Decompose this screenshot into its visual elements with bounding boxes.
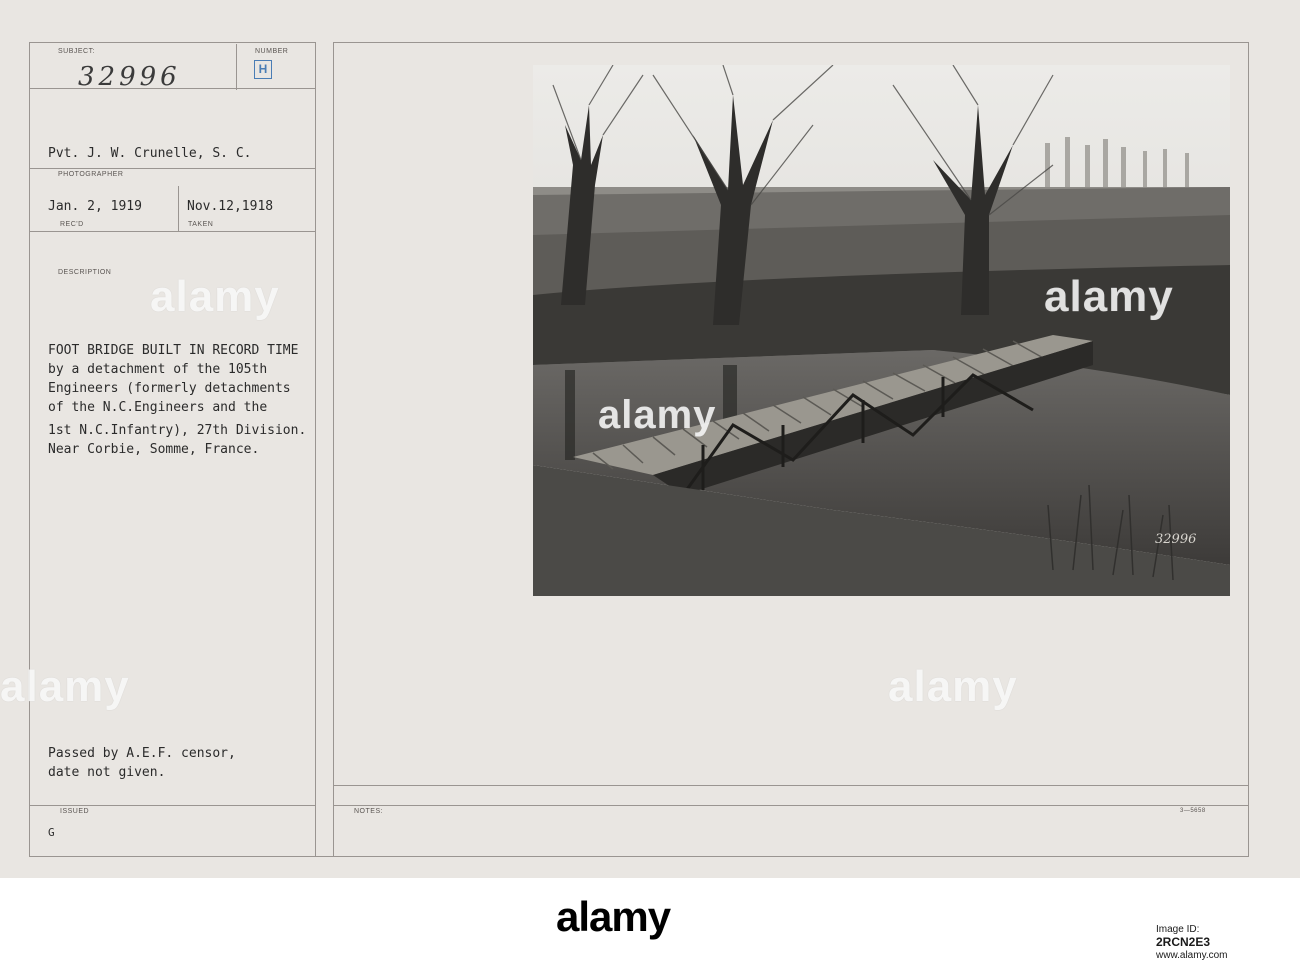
taken-label: TAKEN [188, 221, 214, 228]
watermark: alamy [0, 662, 130, 711]
received-label: REC'D [60, 221, 84, 228]
received-date: Jan. 2, 1919 [48, 199, 142, 214]
issued-rule [29, 805, 316, 806]
photograph-bridge-icon: 32996 [533, 65, 1230, 596]
bottom-border [29, 856, 1249, 857]
photographer-name: Pvt. J. W. Crunelle, S. C. [48, 146, 252, 161]
subject-number: 32996 [78, 62, 181, 92]
photographer-rule [29, 168, 316, 169]
issued-label: ISSUED [60, 808, 90, 815]
top-border [29, 42, 316, 43]
description-line: Engineers (formerly detachments [48, 381, 291, 396]
date-rule [29, 231, 316, 232]
description-line: of the N.C.Engineers and the [48, 400, 268, 415]
image-id-label: Image ID: [1156, 924, 1200, 935]
censor-line: Passed by A.E.F. censor, [48, 746, 236, 761]
description-line: by a detachment of the 105th [48, 362, 268, 377]
watermark: alamy [1044, 272, 1174, 321]
notes-divider [333, 42, 334, 857]
notes-top-rule [333, 785, 1249, 786]
censor-line: date not given. [48, 765, 166, 780]
photographer-label: PHOTOGRAPHER [58, 171, 124, 178]
watermark: alamy [598, 393, 717, 437]
notes-right-border [1248, 42, 1249, 857]
date-divider [178, 186, 179, 232]
alamy-logo: alamy [556, 893, 671, 940]
top-border-right [333, 42, 1249, 43]
bridge-photograph: 32996 [533, 65, 1230, 596]
record-card: SUBJECT: NUMBER 32996 H Pvt. J. W. Crune… [0, 0, 1300, 878]
description-line: 1st N.C.Infantry), 27th Division. [48, 423, 307, 438]
image-id: 2RCN2E3 [1156, 935, 1211, 949]
subject-label: SUBJECT: [58, 48, 96, 55]
form-code: 3—5658 [1180, 808, 1206, 814]
watermark: alamy [150, 272, 280, 321]
site-url: www.alamy.com [1156, 950, 1228, 961]
description-line: FOOT BRIDGE BUILT IN RECORD TIME [48, 343, 299, 358]
notes-rule [333, 805, 1249, 806]
description-label: DESCRIPTION [58, 269, 112, 276]
card-divider [315, 42, 316, 857]
number-label: NUMBER [255, 48, 289, 55]
photo-number: 32996 [1155, 532, 1196, 547]
number-stamp: H [254, 60, 272, 79]
card-left-border [29, 42, 30, 857]
watermark: alamy [888, 662, 1018, 711]
notes-label: NOTES: [354, 808, 384, 815]
taken-date: Nov.12,1918 [187, 199, 274, 214]
description-line: Near Corbie, Somme, France. [48, 442, 260, 457]
issued-value: G [48, 826, 55, 839]
number-divider [236, 44, 237, 90]
